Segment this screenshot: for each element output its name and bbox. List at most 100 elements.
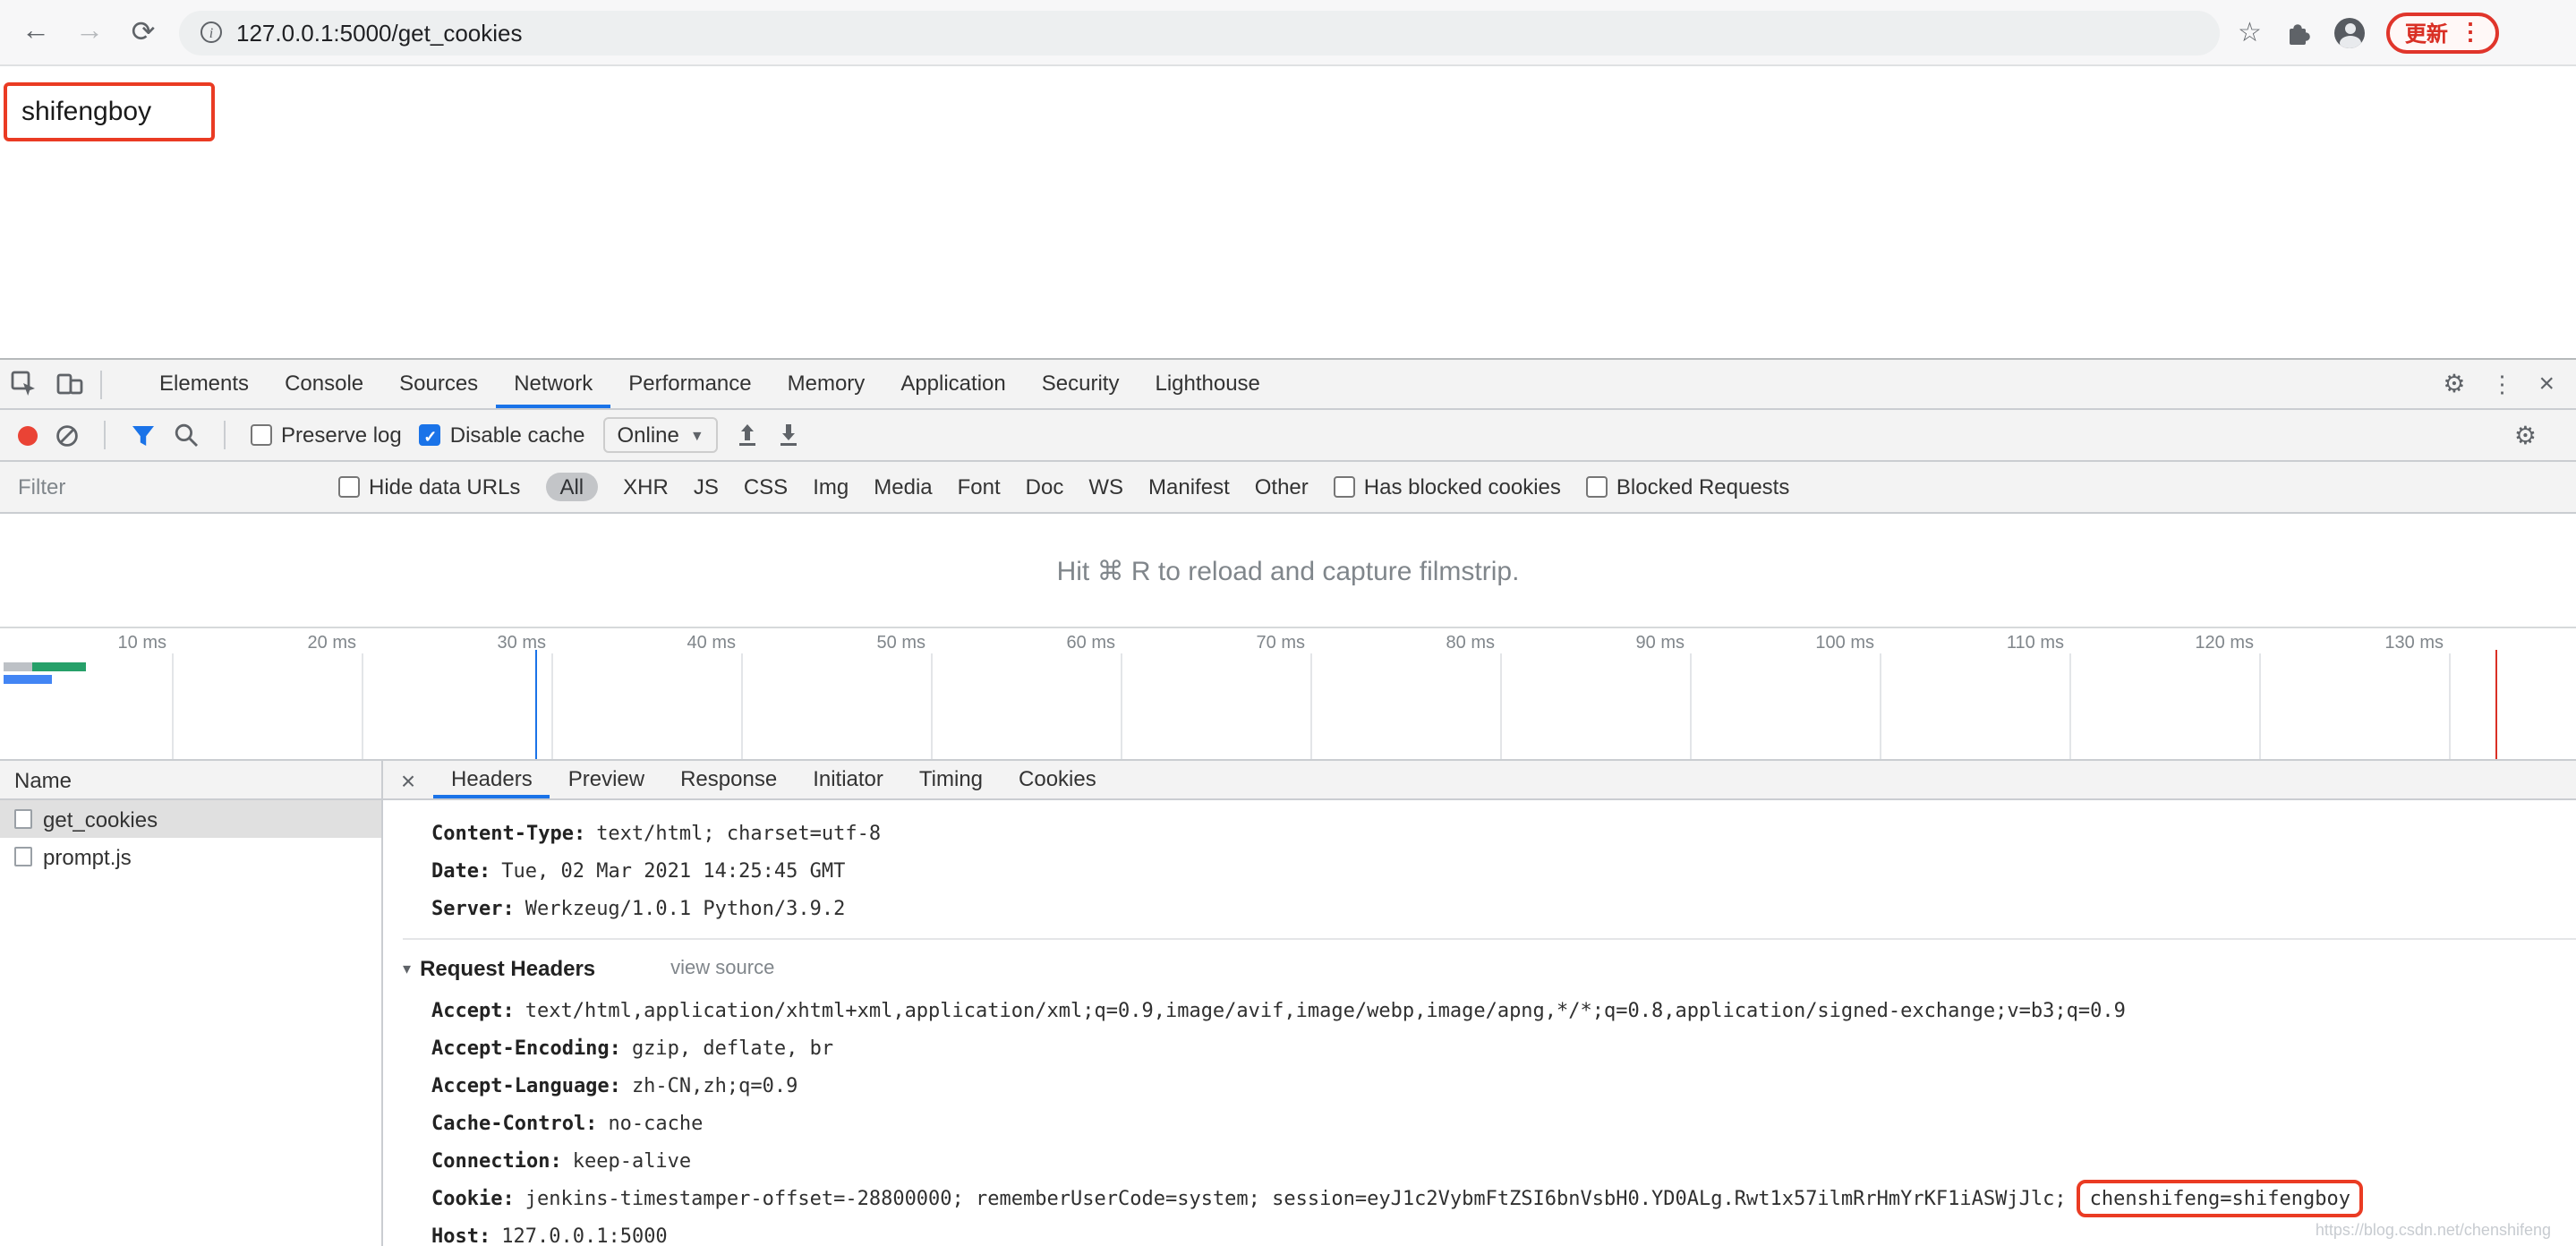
- tab-elements[interactable]: Elements: [141, 360, 267, 408]
- filter-type-js[interactable]: JS: [694, 474, 719, 499]
- request-header-line: Accept: text/html,application/xhtml+xml,a…: [431, 992, 2576, 1029]
- filter-type-font[interactable]: Font: [958, 474, 1001, 499]
- tab-headers[interactable]: Headers: [433, 761, 550, 798]
- header-value: zh-CN,zh;q=0.9: [631, 1074, 798, 1097]
- gridline: [1121, 653, 1122, 759]
- import-har-icon[interactable]: [737, 422, 760, 448]
- filter-type-doc[interactable]: Doc: [1026, 474, 1064, 499]
- header-value: jenkins-timestamper-offset=-28800000; re…: [525, 1187, 2067, 1210]
- tab-application[interactable]: Application: [883, 360, 1023, 408]
- header-name: Host:: [431, 1225, 491, 1246]
- tick-label: 50 ms: [876, 634, 925, 653]
- filter-type-css[interactable]: CSS: [744, 474, 788, 499]
- response-header-line: Date: Tue, 02 Mar 2021 14:25:45 GMT: [431, 852, 2576, 890]
- header-name: Content-Type:: [431, 822, 586, 845]
- has-blocked-cookies-checkbox[interactable]: Has blocked cookies: [1333, 474, 1561, 499]
- tab-cookies[interactable]: Cookies: [1001, 761, 1114, 798]
- tab-lighthouse[interactable]: Lighthouse: [1137, 360, 1277, 408]
- back-icon[interactable]: ←: [18, 16, 54, 48]
- request-header-line: Accept-Encoding: gzip, deflate, br: [431, 1029, 2576, 1067]
- bookmark-star-icon[interactable]: ☆: [2238, 16, 2262, 48]
- close-details-icon[interactable]: ×: [383, 761, 433, 798]
- devtools-close-icon[interactable]: ×: [2538, 369, 2555, 399]
- request-headers-title: Request Headers: [420, 956, 596, 981]
- header-name: Connection:: [431, 1149, 562, 1173]
- filter-type-other[interactable]: Other: [1255, 474, 1309, 499]
- checkbox-unchecked[interactable]: [251, 424, 272, 446]
- extensions-puzzle-icon[interactable]: [2283, 17, 2314, 47]
- blocked-requests-checkbox[interactable]: Blocked Requests: [1585, 474, 1790, 499]
- tick-label: 110 ms: [2006, 634, 2064, 653]
- tab-response[interactable]: Response: [662, 761, 795, 798]
- network-body: Name get_cookies prompt.js × Headers Pre…: [0, 761, 2576, 1246]
- request-row-get-cookies[interactable]: get_cookies: [0, 800, 381, 838]
- network-overview-ruler[interactable]: 10 ms 20 ms 30 ms 40 ms 50 ms 60 ms 70 m…: [0, 627, 2576, 761]
- headers-content[interactable]: Content-Type: text/html; charset=utf-8 Da…: [383, 800, 2576, 1246]
- chrome-update-button[interactable]: 更新 ⋮: [2386, 12, 2500, 53]
- tab-console[interactable]: Console: [267, 360, 381, 408]
- request-header-line-cookie: Cookie: jenkins-timestamper-offset=-28800…: [431, 1180, 2576, 1217]
- gridline: [1500, 653, 1502, 759]
- tab-network[interactable]: Network: [496, 360, 611, 408]
- request-header-line: Connection: keep-alive: [431, 1142, 2576, 1180]
- checkbox-unchecked[interactable]: [1333, 476, 1355, 498]
- filter-funnel-icon[interactable]: [131, 423, 156, 447]
- site-info-icon[interactable]: i: [200, 21, 222, 43]
- filter-type-img[interactable]: Img: [813, 474, 849, 499]
- screen: ← → ⟳ i 127.0.0.1:5000/get_cookies ☆ 更新 …: [0, 0, 2576, 1246]
- devtools-settings-icon[interactable]: ⚙: [2443, 369, 2465, 399]
- filter-type-ws[interactable]: WS: [1088, 474, 1123, 499]
- forward-icon[interactable]: →: [72, 16, 107, 48]
- has-blocked-cookies-label: Has blocked cookies: [1363, 474, 1561, 499]
- preserve-log-label: Preserve log: [281, 422, 402, 448]
- filter-type-xhr[interactable]: XHR: [623, 474, 669, 499]
- network-settings-icon[interactable]: ⚙: [2514, 420, 2558, 450]
- url-text[interactable]: 127.0.0.1:5000/get_cookies: [236, 19, 523, 46]
- throttling-select[interactable]: Online ▼: [602, 417, 719, 453]
- devtools-menu-icon[interactable]: ⋮: [2490, 370, 2513, 398]
- filter-type-media[interactable]: Media: [874, 474, 932, 499]
- view-source-link[interactable]: view source: [670, 951, 774, 988]
- triangle-down-icon[interactable]: ▾: [403, 951, 411, 988]
- preserve-log-checkbox[interactable]: Preserve log: [251, 422, 402, 448]
- tab-initiator[interactable]: Initiator: [795, 761, 901, 798]
- tick-label: 100 ms: [1815, 634, 1874, 653]
- blocked-requests-label: Blocked Requests: [1616, 474, 1790, 499]
- request-header-line: Cache-Control: no-cache: [431, 1105, 2576, 1142]
- request-row-prompt-js[interactable]: prompt.js: [0, 838, 381, 875]
- tab-memory[interactable]: Memory: [770, 360, 883, 408]
- requests-name-header[interactable]: Name: [0, 761, 381, 800]
- checkbox-unchecked[interactable]: [338, 476, 360, 498]
- page-body-text: shifengboy: [21, 97, 152, 127]
- address-bar[interactable]: i 127.0.0.1:5000/get_cookies: [179, 10, 2220, 55]
- tab-timing[interactable]: Timing: [901, 761, 1001, 798]
- header-name: Cache-Control:: [431, 1112, 598, 1135]
- filter-type-all[interactable]: All: [545, 473, 599, 501]
- profile-avatar[interactable]: [2334, 17, 2366, 47]
- tab-performance[interactable]: Performance: [610, 360, 769, 408]
- clear-icon[interactable]: [55, 423, 79, 447]
- gridline: [362, 653, 363, 759]
- filter-input[interactable]: [18, 474, 313, 499]
- tab-security[interactable]: Security: [1024, 360, 1138, 408]
- tab-preview[interactable]: Preview: [550, 761, 662, 798]
- device-toolbar-icon[interactable]: [47, 360, 93, 408]
- checkbox-unchecked[interactable]: [1585, 476, 1608, 498]
- hide-data-urls-checkbox[interactable]: Hide data URLs: [338, 474, 520, 499]
- request-headers-section[interactable]: ▾ Request Headers view source: [403, 938, 2576, 988]
- devtools-tabs: Elements Console Sources Network Perform…: [141, 360, 1278, 408]
- search-icon[interactable]: [174, 422, 199, 448]
- export-har-icon[interactable]: [778, 422, 801, 448]
- tab-sources[interactable]: Sources: [381, 360, 496, 408]
- request-header-line: Host: 127.0.0.1:5000: [431, 1217, 2576, 1246]
- browser-menu-icon[interactable]: ⋮: [2459, 18, 2482, 47]
- filter-type-manifest[interactable]: Manifest: [1148, 474, 1230, 499]
- inspect-element-icon[interactable]: [0, 360, 47, 408]
- tick-label: 80 ms: [1446, 634, 1495, 653]
- reload-icon[interactable]: ⟳: [125, 14, 161, 50]
- checkbox-checked[interactable]: ✓: [419, 424, 441, 446]
- record-icon[interactable]: [18, 425, 38, 445]
- request-name: prompt.js: [43, 844, 132, 869]
- divider: [224, 421, 226, 449]
- disable-cache-checkbox[interactable]: ✓ Disable cache: [419, 422, 585, 448]
